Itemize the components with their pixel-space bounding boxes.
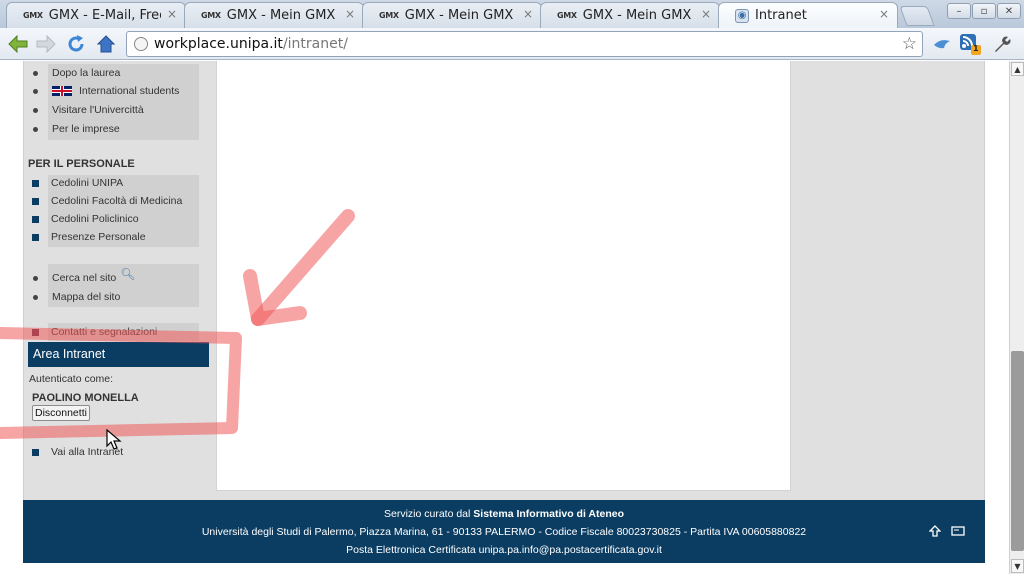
- footer-line-address: Università degli Studi di Palermo, Piazz…: [201, 526, 807, 538]
- footer-line-service: Servizio curato dal Sistema Informativo …: [23, 508, 985, 520]
- print-icon[interactable]: [951, 525, 965, 540]
- gmx-favicon: GMX: [201, 11, 221, 20]
- area-intranet-header: Area Intranet: [28, 342, 209, 367]
- site-footer: Servizio curato dal Sistema Informativo …: [23, 500, 985, 563]
- maximize-button[interactable]: ▫: [972, 3, 996, 19]
- scroll-thumb[interactable]: [1011, 351, 1024, 551]
- up-arrow-icon[interactable]: [928, 525, 942, 540]
- vertical-scrollbar[interactable]: ▲ ▼: [1009, 61, 1024, 574]
- menu-item-per-le-imprese[interactable]: Per le imprese: [28, 120, 120, 138]
- menu-item-label: Visitare l'Univercittà: [52, 104, 144, 116]
- scroll-up-icon[interactable]: ▲: [1011, 62, 1024, 76]
- menu-item-cedolini-medicina[interactable]: Cedolini Facoltà di Medicina: [28, 192, 182, 210]
- minimize-button[interactable]: –: [947, 3, 971, 19]
- menu-item-label: Cedolini Policlinico: [51, 213, 139, 225]
- menu-item-presenze-personale[interactable]: Presenze Personale: [28, 228, 146, 246]
- new-tab-button[interactable]: [899, 6, 935, 26]
- menu-item-label: Cerca nel sito: [52, 272, 117, 284]
- address-bar[interactable]: workplace.unipa.it/intranet/ ☆: [126, 31, 923, 57]
- close-window-button[interactable]: ✕: [997, 3, 1021, 19]
- tab-title: GMX - Mein GMX: [582, 8, 692, 23]
- menu-item-label: Dopo la laurea: [52, 67, 121, 79]
- menu-item-label: International students: [79, 85, 180, 97]
- extension-bird-icon[interactable]: [930, 32, 954, 56]
- url-path: /intranet/: [282, 36, 348, 52]
- menu-item-label: Cedolini UNIPA: [51, 177, 124, 189]
- close-tab-icon[interactable]: ×: [879, 7, 889, 21]
- square-bullet-icon: [32, 179, 39, 187]
- close-tab-icon[interactable]: ×: [523, 7, 533, 21]
- menu-item-contatti[interactable]: Contatti e segnalazioni: [28, 323, 157, 341]
- square-bullet-icon: [32, 328, 39, 336]
- magnifier-icon: 🔍︎: [120, 267, 136, 281]
- page-info-icon[interactable]: [134, 37, 148, 51]
- menu-item-label: Mappa del sito: [52, 291, 121, 303]
- uk-flag-icon: [52, 86, 72, 96]
- gmx-favicon: GMX: [557, 11, 577, 20]
- url-host: workplace.unipa.it: [154, 36, 283, 52]
- menu-item-cedolini-unipa[interactable]: Cedolini UNIPA: [28, 174, 123, 192]
- tab-gmx-mein-2[interactable]: GMX GMX - Mein GMX ×: [362, 2, 542, 28]
- close-tab-icon[interactable]: ×: [167, 7, 177, 21]
- reload-icon[interactable]: [64, 32, 88, 56]
- wrench-icon[interactable]: [990, 32, 1014, 56]
- scroll-down-icon[interactable]: ▼: [1011, 559, 1024, 573]
- menu-item-label: Contatti e segnalazioni: [51, 326, 158, 338]
- section-heading-personale: PER IL PERSONALE: [28, 158, 135, 170]
- menu-item-mappa-del-sito[interactable]: Mappa del sito: [28, 288, 120, 306]
- back-arrow-icon[interactable]: [6, 32, 30, 56]
- main-content-area: [216, 61, 791, 491]
- gmx-favicon: GMX: [379, 11, 399, 20]
- gmx-favicon: GMX: [23, 11, 43, 20]
- bookmark-star-icon[interactable]: ☆: [902, 34, 917, 54]
- tab-title: Intranet: [755, 8, 807, 23]
- square-bullet-icon: [32, 448, 39, 456]
- bullet-icon: [33, 126, 38, 132]
- close-tab-icon[interactable]: ×: [701, 7, 711, 21]
- logout-button[interactable]: Disconnetti: [32, 405, 90, 421]
- menu-item-dopo-la-laurea[interactable]: Dopo la laurea: [28, 64, 120, 82]
- tab-gmx-mein-3[interactable]: GMX GMX - Mein GMX ×: [540, 2, 720, 28]
- bullet-icon: [33, 70, 38, 76]
- close-tab-icon[interactable]: ×: [345, 7, 355, 21]
- bullet-icon: [33, 275, 38, 281]
- square-bullet-icon: [32, 233, 39, 241]
- footer-service-prefix: Servizio curato dal: [383, 508, 474, 520]
- menu-item-cedolini-policlinico[interactable]: Cedolini Policlinico: [28, 210, 139, 228]
- globe-icon: ◉: [735, 8, 749, 23]
- tab-title: GMX - Mein GMX: [226, 8, 336, 23]
- menu-item-label: Presenze Personale: [51, 231, 146, 243]
- bullet-icon: [33, 88, 38, 94]
- home-icon[interactable]: [94, 32, 118, 56]
- forward-arrow-icon[interactable]: [34, 32, 58, 56]
- authenticated-user: PAOLINO MONELLA: [32, 392, 139, 404]
- tab-title: GMX - E-Mail, FreeMai: [48, 8, 161, 23]
- footer-line-pec: Posta Elettronica Certificata unipa.pa.i…: [346, 544, 662, 556]
- menu-item-cerca-nel-sito[interactable]: Cerca nel sito 🔍︎: [28, 267, 136, 287]
- menu-item-visitare[interactable]: Visitare l'Univercittà: [28, 101, 144, 119]
- mouse-cursor-icon: [106, 429, 122, 450]
- tab-gmx-freemail[interactable]: GMX GMX - E-Mail, FreeMai ×: [6, 2, 186, 28]
- menu-item-label: Per le imprese: [52, 123, 120, 135]
- rss-badge: 1: [973, 44, 979, 53]
- tab-gmx-mein-1[interactable]: GMX GMX - Mein GMX ×: [184, 2, 364, 28]
- footer-service-name: Sistema Informativo di Ateneo: [473, 508, 625, 520]
- page-viewport: Dopo la laurea International students Vi…: [0, 61, 1009, 574]
- bullet-icon: [33, 107, 38, 113]
- menu-item-label: Cedolini Facoltà di Medicina: [51, 195, 183, 207]
- tab-strip: GMX GMX - E-Mail, FreeMai × GMX GMX - Me…: [0, 0, 1024, 28]
- bullet-icon: [33, 294, 38, 300]
- square-bullet-icon: [32, 197, 39, 205]
- tab-intranet[interactable]: ◉ Intranet ×: [718, 2, 898, 28]
- square-bullet-icon: [32, 215, 39, 223]
- menu-item-international-students[interactable]: International students: [28, 82, 179, 100]
- rss-icon[interactable]: 1: [958, 32, 982, 56]
- browser-toolbar: workplace.unipa.it/intranet/ ☆ 1: [0, 28, 1024, 60]
- auth-label: Autenticato come:: [29, 373, 114, 385]
- tab-title: GMX - Mein GMX: [404, 8, 514, 23]
